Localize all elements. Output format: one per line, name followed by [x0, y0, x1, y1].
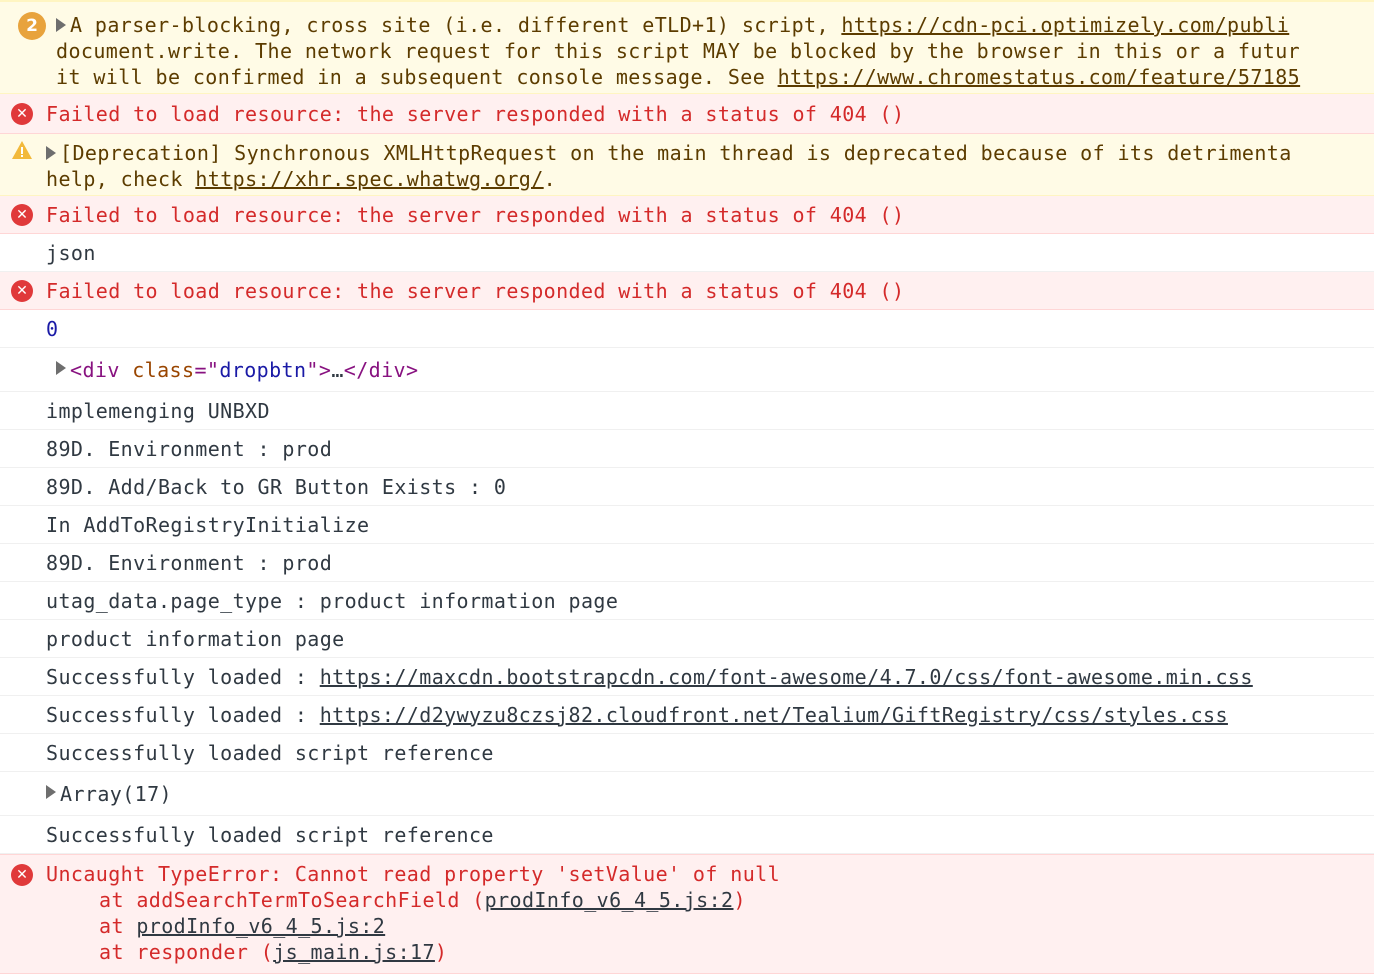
console-panel: 2 A parser-blocking, cross site (i.e. di… [0, 0, 1374, 974]
log-text: 89D. Environment : prod [46, 550, 333, 575]
console-message-warning[interactable]: [Deprecation] Synchronous XMLHttpRequest… [0, 134, 1374, 196]
element-attr-close: "> [306, 357, 332, 382]
xhr-spec-link[interactable]: https://xhr.spec.whatwg.org/ [195, 167, 543, 191]
script-link[interactable]: https://cdn-pci.optimizely.com/publi [841, 13, 1289, 37]
console-message-array[interactable]: Array(17) [0, 772, 1374, 816]
message-text: it will be confirmed in a subsequent con… [56, 65, 766, 89]
styles-css-link[interactable]: https://d2ywyzu8czsj82.cloudfront.net/Te… [320, 703, 1228, 727]
message-text: . [543, 167, 557, 191]
log-text: json [46, 240, 96, 265]
stack-frame-text: at addSearchTermToSearchField ( [99, 888, 485, 912]
log-text: implemenging UNBXD [46, 398, 270, 423]
console-message-warning[interactable]: 2 A parser-blocking, cross site (i.e. di… [0, 0, 1374, 94]
element-ellipsis: … [331, 357, 344, 382]
log-text: 89D. Environment : prod [46, 436, 333, 461]
expand-triangle-icon[interactable] [56, 360, 66, 375]
console-message-error[interactable]: ✕ Failed to load resource: the server re… [0, 272, 1374, 310]
error-icon: ✕ [11, 203, 33, 226]
error-text: Uncaught TypeError: Cannot read property… [46, 862, 781, 886]
message-line: [Deprecation] Synchronous XMLHttpRequest… [46, 140, 1374, 166]
stack-frame-text: ) [434, 940, 448, 964]
console-message-log[interactable]: 89D. Add/Back to GR Button Exists : 0 [0, 468, 1374, 506]
log-text: Successfully loaded script reference [46, 822, 494, 847]
log-text: utag_data.page_type : product informatio… [46, 588, 619, 613]
source-link[interactable]: prodInfo_v6_4_5.js:2 [485, 888, 734, 912]
error-text: Failed to load resource: the server resp… [46, 202, 905, 227]
stack-frame: at addSearchTermToSearchField (prodInfo_… [46, 887, 1374, 913]
stack-frame: at responder (js_main.js:17) [46, 939, 1374, 965]
stack-frame: at prodInfo_v6_4_5.js:2 [46, 913, 1374, 939]
message-text: [Deprecation] Synchronous XMLHttpRequest… [60, 141, 1292, 165]
expand-triangle-icon[interactable] [46, 784, 56, 799]
log-text: In AddToRegistryInitialize [46, 512, 370, 537]
console-message-element[interactable]: <div class =" dropbtn ">… </div> [0, 348, 1374, 392]
message-text: document.write. The network request for … [56, 39, 1301, 63]
message-line: it will be confirmed in a subsequent con… [46, 64, 1374, 90]
stack-frame-text: ) [733, 888, 746, 912]
message-text: help, check [46, 167, 183, 191]
array-label: Array(17) [60, 781, 172, 806]
console-message-error[interactable]: ✕ Failed to load resource: the server re… [0, 196, 1374, 234]
console-message-log[interactable]: utag_data.page_type : product informatio… [0, 582, 1374, 620]
error-icon: ✕ [11, 279, 33, 302]
log-text: 89D. Add/Back to GR Button Exists : 0 [46, 474, 507, 499]
console-message-log[interactable]: Successfully loaded : https://d2ywyzu8cz… [0, 696, 1374, 734]
console-message-error[interactable]: ✕ Uncaught TypeError: Cannot read proper… [0, 854, 1374, 974]
log-text: product information page [46, 626, 345, 651]
console-message-log[interactable]: 89D. Environment : prod [0, 544, 1374, 582]
message-line: A parser-blocking, cross site (i.e. diff… [46, 12, 1374, 38]
repeat-count-badge: 2 [18, 12, 46, 40]
element-attr-value: dropbtn [219, 357, 307, 382]
console-message-log[interactable]: Successfully loaded script reference [0, 816, 1374, 854]
error-icon: ✕ [11, 864, 33, 886]
console-message-log[interactable]: 0 [0, 310, 1374, 348]
stack-frame-text: at [99, 914, 124, 938]
source-link[interactable]: js_main.js:17 [273, 940, 435, 964]
console-message-log[interactable]: Successfully loaded : https://maxcdn.boo… [0, 658, 1374, 696]
console-message-log[interactable]: product information page [0, 620, 1374, 658]
element-end-tag: </div> [343, 357, 419, 382]
log-text: Successfully loaded : [46, 664, 308, 689]
message-text: A parser-blocking, cross site (i.e. diff… [70, 13, 829, 37]
message-line: help, check https://xhr.spec.whatwg.org/… [46, 166, 1374, 192]
error-text: Failed to load resource: the server resp… [46, 101, 905, 126]
element-open-tag: <div [70, 357, 120, 382]
console-message-log[interactable]: 89D. Environment : prod [0, 430, 1374, 468]
error-icon: ✕ [11, 102, 33, 125]
expand-triangle-icon[interactable] [56, 17, 66, 32]
warning-icon [11, 140, 33, 160]
console-message-log[interactable]: In AddToRegistryInitialize [0, 506, 1374, 544]
chromestatus-link[interactable]: https://www.chromestatus.com/feature/571… [778, 65, 1301, 89]
log-text: Successfully loaded script reference [46, 740, 494, 765]
log-number: 0 [46, 316, 59, 341]
stack-frame-text: at responder ( [99, 940, 274, 964]
log-text: Successfully loaded : [46, 702, 308, 727]
console-message-log[interactable]: json [0, 234, 1374, 272]
console-message-error[interactable]: ✕ Failed to load resource: the server re… [0, 94, 1374, 134]
element-attr-eq: =" [194, 357, 220, 382]
font-awesome-css-link[interactable]: https://maxcdn.bootstrapcdn.com/font-awe… [320, 665, 1253, 689]
expand-triangle-icon[interactable] [46, 145, 56, 160]
console-message-log[interactable]: Successfully loaded script reference [0, 734, 1374, 772]
error-text: Failed to load resource: the server resp… [46, 278, 905, 303]
source-link[interactable]: prodInfo_v6_4_5.js:2 [136, 914, 385, 938]
console-message-log[interactable]: implemenging UNBXD [0, 392, 1374, 430]
element-attr-name: class [132, 357, 195, 382]
